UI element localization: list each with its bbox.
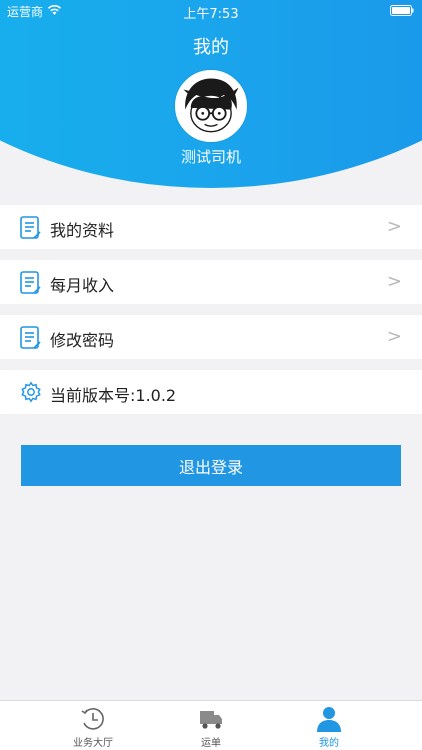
- status-bar: 运营商 上午7:53: [0, 0, 422, 22]
- chevron-right-icon: >: [386, 271, 402, 292]
- page-title: 我的: [193, 37, 229, 58]
- document-icon: [20, 271, 41, 294]
- gear-icon: [21, 381, 41, 403]
- tab-label: 运单: [201, 738, 221, 749]
- menu-item-change-password[interactable]: 修改密码 >: [0, 315, 422, 359]
- profile-header: 运营商 上午7:53 我的 测试司机: [0, 0, 422, 190]
- tab-mine[interactable]: 我的: [259, 701, 399, 750]
- menu-item-monthly-income[interactable]: 每月收入 >: [0, 260, 422, 304]
- document-icon: [20, 326, 41, 349]
- tab-label: 业务大厅: [73, 738, 113, 749]
- clock-icon: [81, 708, 104, 730]
- clock-time: 上午7:53: [183, 7, 239, 22]
- person-icon: [317, 707, 341, 732]
- tab-bar: 业务大厅 运单 我的: [0, 700, 422, 750]
- document-icon: [20, 216, 41, 239]
- menu-item-version: 当前版本号:1.0.2: [0, 370, 422, 414]
- truck-icon: [200, 711, 222, 729]
- avatar[interactable]: [175, 70, 247, 142]
- tab-label: 我的: [319, 738, 339, 749]
- menu-label: 我的资料: [50, 221, 115, 240]
- chevron-right-icon: >: [386, 216, 402, 237]
- menu-label: 每月收入: [50, 276, 115, 295]
- menu-item-profile[interactable]: 我的资料 >: [0, 205, 422, 249]
- cartoon-face-icon: [178, 73, 244, 139]
- menu-label: 修改密码: [50, 331, 115, 350]
- battery-icon: [390, 5, 414, 16]
- version-label: 当前版本号:1.0.2: [50, 386, 177, 405]
- username: 测试司机: [180, 148, 241, 166]
- logout-button[interactable]: 退出登录: [21, 445, 401, 486]
- chevron-right-icon: >: [386, 326, 402, 347]
